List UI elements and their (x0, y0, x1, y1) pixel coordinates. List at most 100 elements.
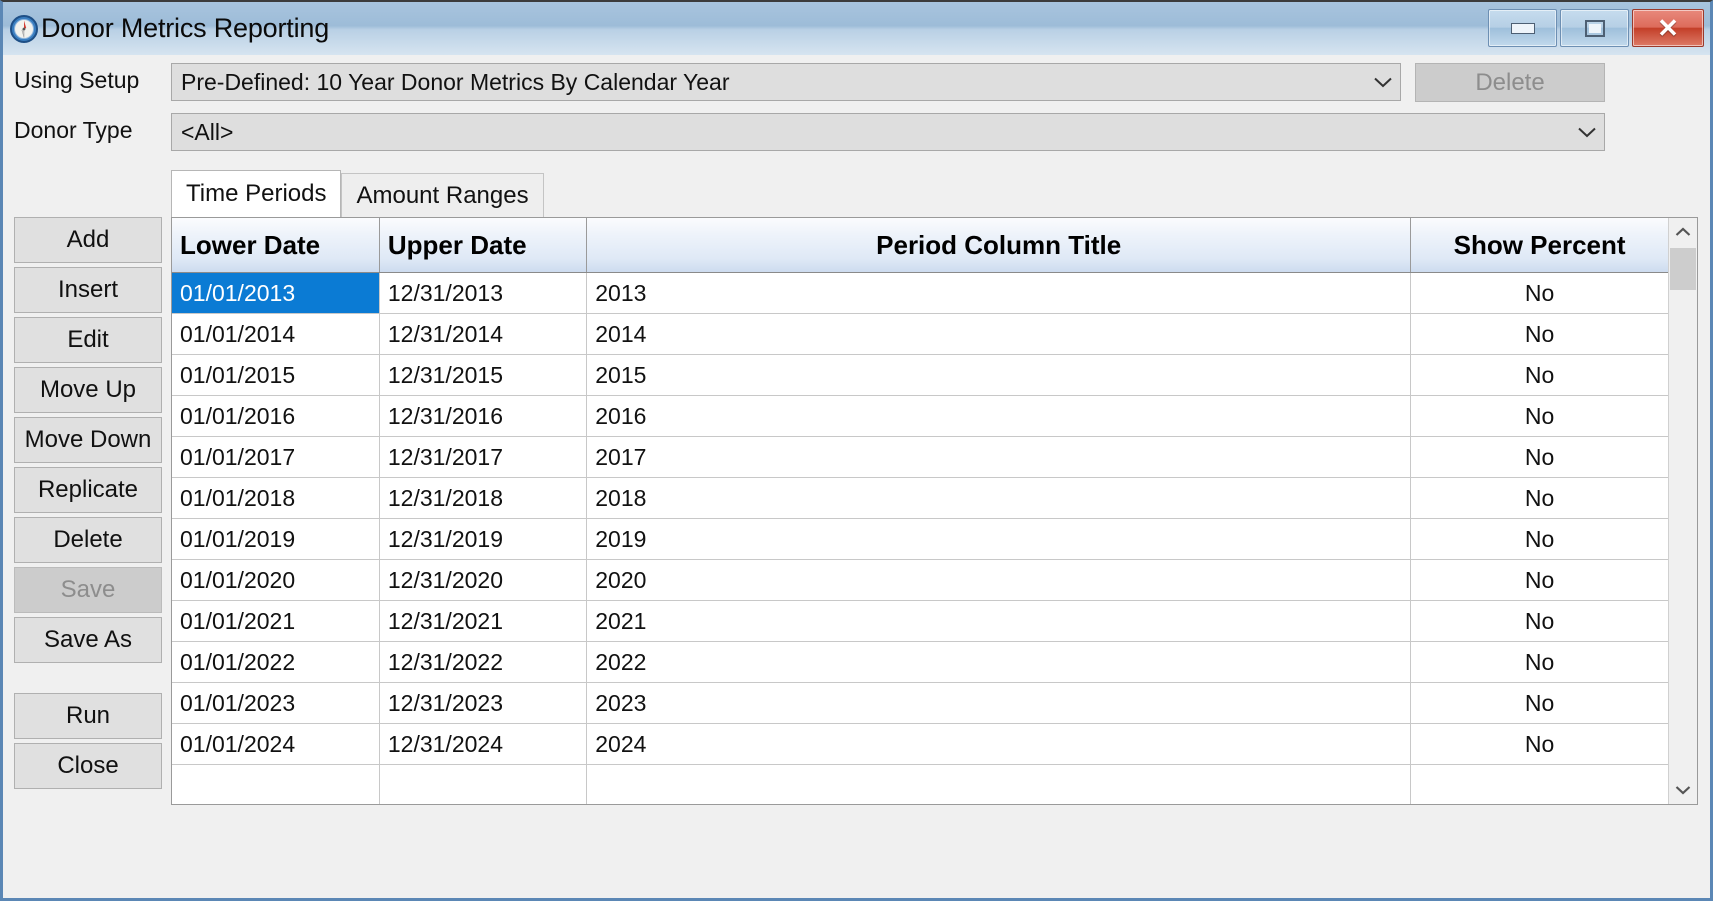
cell-period-title[interactable]: 2014 (586, 313, 1412, 355)
cell-lower-date[interactable]: 01/01/2023 (172, 682, 380, 724)
window-title: Donor Metrics Reporting (41, 13, 330, 43)
cell-show-percent[interactable] (1410, 764, 1668, 804)
save-as-button[interactable]: Save As (14, 617, 162, 663)
cell-lower-date[interactable]: 01/01/2022 (172, 641, 380, 683)
delete-row-button[interactable]: Delete (14, 517, 162, 563)
table-row[interactable] (172, 764, 1668, 804)
grid-viewport: Lower Date Upper Date Period Column Titl… (172, 218, 1668, 804)
column-header-lower-date[interactable]: Lower Date (172, 218, 380, 273)
cell-period-title[interactable]: 2018 (586, 477, 1412, 519)
cell-upper-date[interactable]: 12/31/2019 (379, 518, 588, 560)
cell-lower-date[interactable]: 01/01/2013 (172, 272, 380, 314)
delete-setup-button[interactable]: Delete (1415, 63, 1605, 102)
form-area: Using Setup Pre-Defined: 10 Year Donor M… (3, 55, 1710, 161)
column-header-upper-date[interactable]: Upper Date (379, 218, 588, 273)
cell-lower-date[interactable]: 01/01/2015 (172, 354, 380, 396)
table-row[interactable]: 01/01/2018 12/31/2018 2018 No (172, 477, 1668, 519)
table-row[interactable]: 01/01/2024 12/31/2024 2024 No (172, 723, 1668, 765)
move-down-button[interactable]: Move Down (14, 417, 162, 463)
cell-lower-date[interactable]: 01/01/2017 (172, 436, 380, 478)
table-row[interactable]: 01/01/2013 12/31/2013 2013 No (172, 272, 1668, 314)
cell-period-title[interactable]: 2013 (586, 272, 1412, 314)
cell-show-percent[interactable]: No (1410, 477, 1668, 519)
table-row[interactable]: 01/01/2017 12/31/2017 2017 No (172, 436, 1668, 478)
column-header-show-percent[interactable]: Show Percent (1410, 218, 1668, 273)
cell-lower-date[interactable] (172, 764, 380, 804)
using-setup-combo[interactable]: Pre-Defined: 10 Year Donor Metrics By Ca… (171, 63, 1401, 101)
cell-upper-date[interactable]: 12/31/2016 (379, 395, 588, 437)
scrollbar-thumb[interactable] (1670, 248, 1696, 290)
cell-period-title[interactable]: 2021 (586, 600, 1412, 642)
using-setup-value: Pre-Defined: 10 Year Donor Metrics By Ca… (181, 68, 730, 95)
cell-period-title[interactable]: 2023 (586, 682, 1412, 724)
insert-button[interactable]: Insert (14, 267, 162, 313)
maximize-button[interactable] (1560, 9, 1629, 47)
cell-show-percent[interactable]: No (1410, 313, 1668, 355)
cell-lower-date[interactable]: 01/01/2024 (172, 723, 380, 765)
cell-lower-date[interactable]: 01/01/2014 (172, 313, 380, 355)
cell-upper-date[interactable]: 12/31/2022 (379, 641, 588, 683)
edit-button[interactable]: Edit (14, 317, 162, 363)
cell-upper-date[interactable]: 12/31/2013 (379, 272, 588, 314)
table-row[interactable]: 01/01/2021 12/31/2021 2021 No (172, 600, 1668, 642)
table-row[interactable]: 01/01/2016 12/31/2016 2016 No (172, 395, 1668, 437)
scroll-down-button[interactable] (1669, 776, 1697, 804)
vertical-scrollbar[interactable] (1668, 218, 1697, 804)
cell-upper-date[interactable]: 12/31/2020 (379, 559, 588, 601)
table-row[interactable]: 01/01/2014 12/31/2014 2014 No (172, 313, 1668, 355)
cell-upper-date[interactable] (379, 764, 588, 804)
cell-lower-date[interactable]: 01/01/2020 (172, 559, 380, 601)
table-row[interactable]: 01/01/2020 12/31/2020 2020 No (172, 559, 1668, 601)
add-button[interactable]: Add (14, 217, 162, 263)
cell-show-percent[interactable]: No (1410, 641, 1668, 683)
donor-type-label: Donor Type (14, 117, 133, 143)
cell-period-title[interactable] (586, 764, 1412, 804)
table-row[interactable]: 01/01/2019 12/31/2019 2019 No (172, 518, 1668, 560)
cell-show-percent[interactable]: No (1410, 682, 1668, 724)
cell-lower-date[interactable]: 01/01/2019 (172, 518, 380, 560)
table-row[interactable]: 01/01/2022 12/31/2022 2022 No (172, 641, 1668, 683)
tab-time-periods[interactable]: Time Periods (171, 170, 342, 217)
donor-type-combo[interactable]: <All> (171, 113, 1605, 151)
cell-show-percent[interactable]: No (1410, 395, 1668, 437)
cell-show-percent[interactable]: No (1410, 559, 1668, 601)
cell-period-title[interactable]: 2019 (586, 518, 1412, 560)
tab-amount-ranges[interactable]: Amount Ranges (341, 173, 544, 217)
cell-lower-date[interactable]: 01/01/2021 (172, 600, 380, 642)
cell-period-title[interactable]: 2017 (586, 436, 1412, 478)
cell-upper-date[interactable]: 12/31/2015 (379, 354, 588, 396)
cell-period-title[interactable]: 2024 (586, 723, 1412, 765)
cell-show-percent[interactable]: No (1410, 518, 1668, 560)
cell-period-title[interactable]: 2020 (586, 559, 1412, 601)
save-button: Save (14, 567, 162, 613)
scroll-up-button[interactable] (1669, 218, 1697, 246)
cell-show-percent[interactable]: No (1410, 723, 1668, 765)
minimize-button[interactable] (1488, 9, 1557, 47)
cell-period-title[interactable]: 2015 (586, 354, 1412, 396)
time-periods-grid: Lower Date Upper Date Period Column Titl… (171, 217, 1698, 805)
close-button-action[interactable]: Close (14, 743, 162, 789)
cell-period-title[interactable]: 2022 (586, 641, 1412, 683)
app-window: Donor Metrics Reporting ✕ Using Setup Pr… (0, 0, 1713, 901)
cell-upper-date[interactable]: 12/31/2014 (379, 313, 588, 355)
table-row[interactable]: 01/01/2023 12/31/2023 2023 No (172, 682, 1668, 724)
replicate-button[interactable]: Replicate (14, 467, 162, 513)
run-button[interactable]: Run (14, 693, 162, 739)
cell-show-percent[interactable]: No (1410, 436, 1668, 478)
cell-lower-date[interactable]: 01/01/2016 (172, 395, 380, 437)
window-controls: ✕ (1488, 9, 1704, 47)
cell-upper-date[interactable]: 12/31/2018 (379, 477, 588, 519)
cell-upper-date[interactable]: 12/31/2017 (379, 436, 588, 478)
cell-lower-date[interactable]: 01/01/2018 (172, 477, 380, 519)
cell-show-percent[interactable]: No (1410, 354, 1668, 396)
cell-show-percent[interactable]: No (1410, 272, 1668, 314)
cell-show-percent[interactable]: No (1410, 600, 1668, 642)
table-row[interactable]: 01/01/2015 12/31/2015 2015 No (172, 354, 1668, 396)
move-up-button[interactable]: Move Up (14, 367, 162, 413)
cell-upper-date[interactable]: 12/31/2023 (379, 682, 588, 724)
cell-period-title[interactable]: 2016 (586, 395, 1412, 437)
column-header-period-column-title[interactable]: Period Column Title (586, 218, 1412, 273)
cell-upper-date[interactable]: 12/31/2021 (379, 600, 588, 642)
cell-upper-date[interactable]: 12/31/2024 (379, 723, 588, 765)
close-button[interactable]: ✕ (1632, 9, 1704, 47)
